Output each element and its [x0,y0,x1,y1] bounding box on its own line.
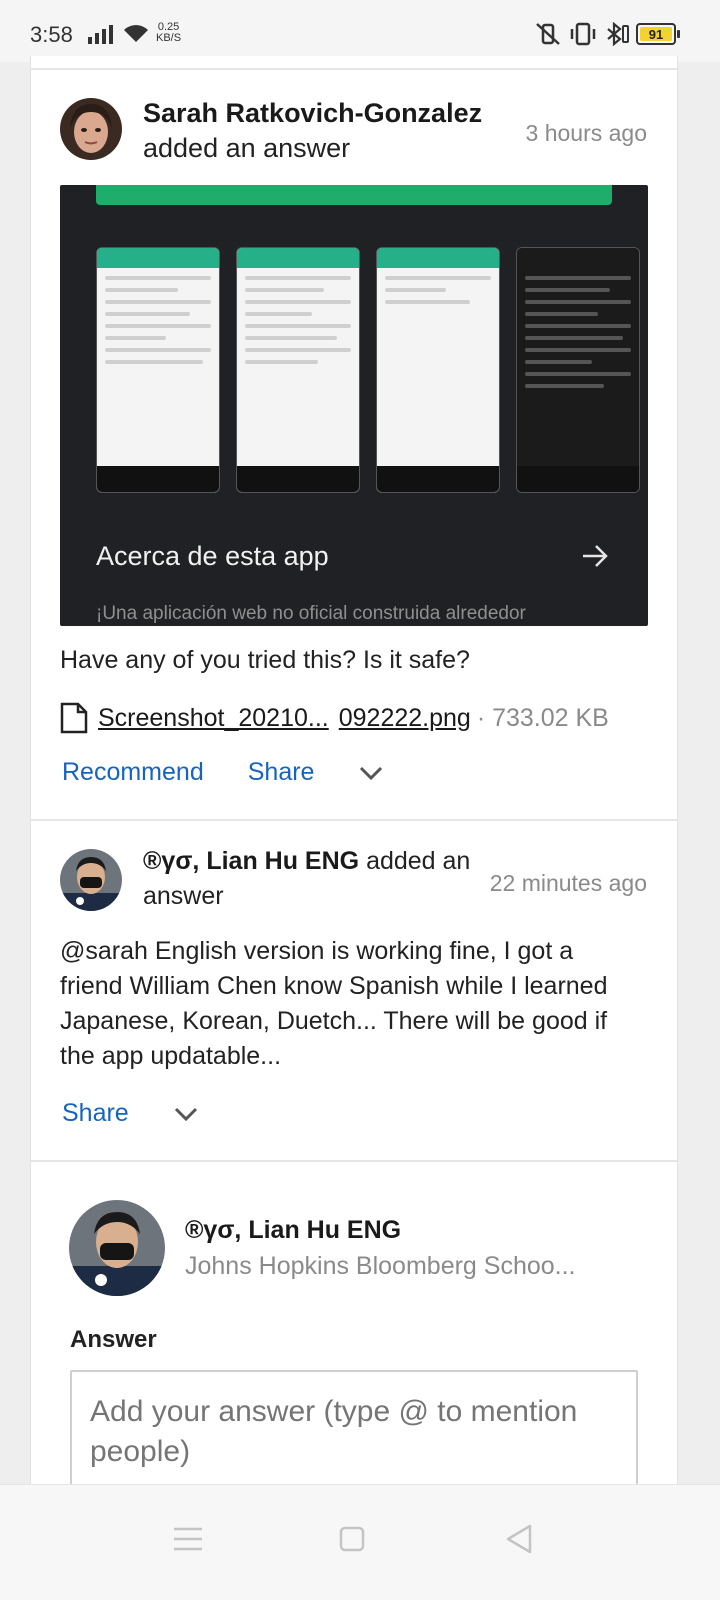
avatar[interactable] [69,1200,165,1296]
network-speed: 0.25 KB/S [156,21,182,44]
wifi-icon [124,25,148,42]
attachment-name-start[interactable]: Screenshot_20210... [98,704,329,733]
author-name[interactable]: ®γσ, Lian Hu ENG [143,847,359,875]
app-screenshot [516,247,640,493]
battery-icon: 91 [636,23,676,45]
system-nav-bar [0,1484,720,1600]
app-screenshot [376,247,500,493]
divider [31,1160,677,1162]
composer-name[interactable]: ®γσ, Lian Hu ENG [185,1216,401,1245]
recommend-button[interactable]: Recommend [62,758,204,787]
post-actions: Recommend Share [62,758,384,787]
divider [31,68,677,70]
post-actions: Share [62,1099,199,1128]
status-bar: 3:58 0.25 KB/S 91 [0,0,720,62]
app-screenshot [96,247,220,493]
composer-institution: Johns Hopkins Bloomberg Schoo... [185,1252,576,1280]
back-icon[interactable] [500,1519,540,1559]
file-icon [60,702,88,734]
arrow-right-icon [583,545,608,567]
app-screenshot [236,247,360,493]
install-bar [96,185,612,205]
post-text: @sarah English version is working fine, … [60,937,608,1070]
divider [31,819,677,821]
post-header: ®γσ, Lian Hu ENG added an answer [143,844,503,914]
share-button[interactable]: Share [248,758,315,787]
share-button[interactable]: Share [62,1099,129,1128]
vibrate-icon [570,22,596,46]
chevron-down-icon[interactable] [173,1105,199,1123]
menu-icon[interactable] [168,1519,208,1559]
post-header: Sarah Ratkovich-Gonzalez added an answer [143,96,482,166]
bluetooth-icon [607,22,629,46]
status-time: 3:58 [30,22,73,47]
post-time: 3 hours ago [525,120,647,146]
post-text: Have any of you tried this? Is it safe? [60,646,470,674]
vibrate-mute-icon [536,23,560,45]
post-time: 22 minutes ago [489,870,647,896]
post-action: added an answer [143,133,351,163]
feed: Sarah Ratkovich-Gonzalez added an answer… [30,56,678,1484]
preview-title: Acerca de esta app [96,541,329,571]
avatar[interactable] [60,98,122,160]
attachment-preview[interactable]: Acerca de esta app ¡Una aplicación web n… [60,185,648,626]
answer-label: Answer [70,1326,157,1353]
author-name[interactable]: Sarah Ratkovich-Gonzalez [143,96,482,131]
attachment-name-end[interactable]: 092222.png [339,704,471,733]
attachment-size: · 733.02 KB [476,703,609,732]
home-icon[interactable] [332,1519,372,1559]
preview-subtitle: ¡Una aplicación web no oficial construid… [96,603,526,624]
chevron-down-icon[interactable] [358,764,384,782]
attachment[interactable]: Screenshot_20210... 092222.png · 733.02 … [60,702,609,734]
avatar[interactable] [60,849,122,911]
answer-input[interactable] [70,1370,638,1484]
signal-icon [88,25,113,44]
